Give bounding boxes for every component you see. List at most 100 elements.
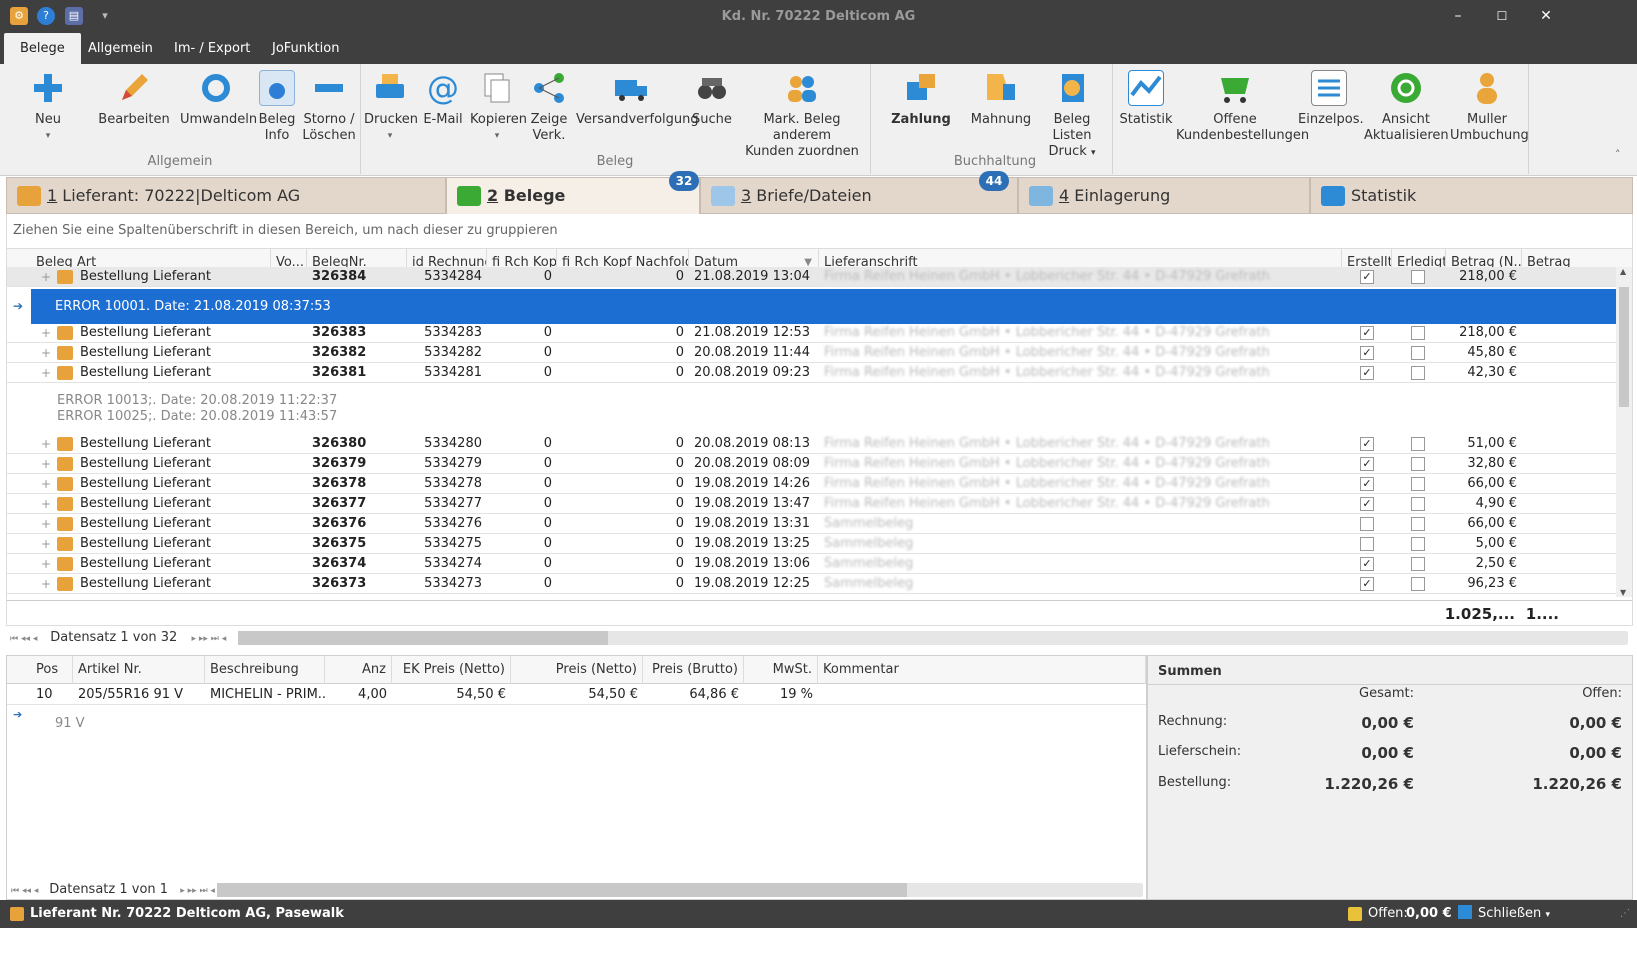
position-row[interactable]: 10 205/55R16 91 V MICHELIN - PRIM... 4,0…: [7, 685, 1146, 705]
expand-row-icon[interactable]: +: [41, 267, 51, 287]
erstellt-checkbox[interactable]: ✓: [1360, 457, 1374, 471]
erledigt-checkbox[interactable]: [1411, 477, 1425, 491]
ribbon-collapse-icon[interactable]: ˄: [1615, 148, 1621, 161]
col-pos[interactable]: Pos: [31, 656, 73, 684]
table-row[interactable]: + Bestellung Lieferant 326382 5334282 0 0 20.0…: [7, 343, 1632, 363]
group-by-hint[interactable]: Ziehen Sie eine Spaltenüberschrift in di…: [6, 214, 1633, 249]
expand-row-icon[interactable]: +: [41, 454, 51, 474]
tab-briefe-dateien[interactable]: 3 Briefe/Dateien 44: [700, 171, 1018, 214]
erstellt-checkbox[interactable]: ✓: [1360, 477, 1374, 491]
erledigt-checkbox[interactable]: [1411, 326, 1425, 340]
erstellt-checkbox[interactable]: ✓: [1360, 557, 1374, 571]
table-row[interactable]: + Bestellung Lieferant 326383 5334283 0 0 21.0…: [7, 323, 1632, 343]
expand-row-icon[interactable]: +: [41, 574, 51, 594]
tab-statistik[interactable]: Statistik: [1310, 177, 1633, 214]
col-kommentar[interactable]: Kommentar: [818, 656, 1146, 684]
mahnung-button[interactable]: Mahnung: [968, 70, 1034, 128]
erstellt-checkbox[interactable]: ✓: [1360, 346, 1374, 360]
positions-navigator[interactable]: ⏮ ◂◂ ◂ Datensatz 1 von 1 ▸ ▸▸ ⏭ ◂: [11, 880, 221, 900]
close-button[interactable]: ✕: [1531, 6, 1561, 26]
minimize-button[interactable]: –: [1443, 6, 1473, 26]
erstellt-checkbox[interactable]: ✓: [1360, 270, 1374, 284]
erledigt-checkbox[interactable]: [1411, 437, 1425, 451]
statistik-button[interactable]: Statistik: [1118, 70, 1174, 128]
versandverfolgung-button[interactable]: Versandverfolgung: [576, 70, 699, 128]
grid-vertical-scrollbar[interactable]: ▲ ▼: [1616, 267, 1632, 597]
expand-row-icon[interactable]: +: [41, 554, 51, 574]
tab-lieferant[interactable]: 1 Lieferant: 70222|Delticom AG: [6, 177, 446, 214]
bearbeiten-button[interactable]: Bearbeiten: [98, 70, 170, 128]
erledigt-checkbox[interactable]: [1411, 577, 1425, 591]
drucken-button[interactable]: Drucken ▾: [364, 70, 418, 144]
erledigt-checkbox[interactable]: [1411, 270, 1425, 284]
table-row[interactable]: + Bestellung Lieferant 326373 5334273 0 0 19.0…: [7, 574, 1632, 594]
erledigt-checkbox[interactable]: [1411, 537, 1425, 551]
suche-button[interactable]: Suche: [690, 70, 734, 128]
erstellt-checkbox[interactable]: [1360, 517, 1374, 531]
col-preis-brutto[interactable]: Preis (Brutto): [643, 656, 744, 684]
expand-row-icon[interactable]: +: [41, 343, 51, 363]
erstellt-checkbox[interactable]: ✓: [1360, 577, 1374, 591]
storno-button[interactable]: Storno / Löschen: [302, 70, 356, 144]
email-button[interactable]: @ E-Mail: [420, 70, 466, 128]
kopieren-button[interactable]: Kopieren ▾: [470, 70, 527, 144]
erledigt-checkbox[interactable]: [1411, 497, 1425, 511]
zeige-verk-button[interactable]: Zeige Verk.: [528, 70, 570, 144]
menu-tab-im-export[interactable]: Im- / Export: [158, 33, 266, 64]
menu-tab-jofunktion[interactable]: JoFunktion: [256, 33, 355, 64]
col-artikel-nr[interactable]: Artikel Nr.: [73, 656, 205, 684]
erstellt-checkbox[interactable]: ✓: [1360, 366, 1374, 380]
table-row[interactable]: + Bestellung Lieferant 326381 5334281 0 0 20.0…: [7, 363, 1632, 383]
erstellt-checkbox[interactable]: ✓: [1360, 326, 1374, 340]
expand-row-icon[interactable]: +: [41, 363, 51, 383]
positions-horizontal-scrollbar[interactable]: [217, 883, 1143, 897]
schliessen-button[interactable]: Schließen ▾: [1458, 900, 1550, 929]
grid-horizontal-scrollbar[interactable]: [238, 631, 1628, 645]
mark-beleg-button[interactable]: Mark. Beleg anderem Kunden zuordnen: [738, 70, 866, 160]
nav-next-icon[interactable]: ▸ ▸▸ ⏭ ◂: [191, 634, 226, 644]
table-row[interactable]: + Bestellung Lieferant 326376 5334276 0 0 19.0…: [7, 514, 1632, 534]
grid-navigator[interactable]: ⏮ ◂◂ ◂ Datensatz 1 von 32 ▸ ▸▸ ⏭ ◂: [10, 628, 250, 648]
resize-grip-icon[interactable]: ⋰: [1620, 900, 1630, 928]
erledigt-checkbox[interactable]: [1411, 366, 1425, 380]
expand-row-icon[interactable]: +: [41, 474, 51, 494]
beleg-info-button[interactable]: Beleg Info: [256, 70, 298, 144]
ansicht-aktualisieren-button[interactable]: Ansicht Aktualisieren: [1364, 70, 1449, 144]
error-row-selected[interactable]: ERROR 10001. Date: 21.08.2019 08:37:53: [31, 289, 1632, 324]
muller-umbuchung-button[interactable]: Muller Umbuchung: [1450, 70, 1529, 144]
einzelpos-button[interactable]: Einzelpos.: [1298, 70, 1364, 128]
offene-kundenbestellungen-button[interactable]: Offene Kundenbestellungen: [1176, 70, 1309, 144]
erstellt-checkbox[interactable]: ✓: [1360, 437, 1374, 451]
col-ek-preis[interactable]: EK Preis (Netto): [392, 656, 511, 684]
table-row[interactable]: + Bestellung Lieferant 326374 5334274 0 0 19.0…: [7, 554, 1632, 574]
table-row[interactable]: + Bestellung Lieferant 326384 5334284 0 0 21.0…: [7, 267, 1632, 287]
expand-row-icon[interactable]: +: [41, 434, 51, 454]
table-row[interactable]: + Bestellung Lieferant 326377 5334277 0 0 19.0…: [7, 494, 1632, 514]
menu-tab-belege[interactable]: Belege: [4, 33, 81, 64]
expand-row-icon[interactable]: +: [41, 514, 51, 534]
table-row[interactable]: + Bestellung Lieferant 326378 5334278 0 0 19.0…: [7, 474, 1632, 494]
nav-first-icon[interactable]: ⏮ ◂◂ ◂: [10, 634, 40, 644]
erledigt-checkbox[interactable]: [1411, 457, 1425, 471]
expand-row-icon[interactable]: +: [41, 494, 51, 514]
col-anz[interactable]: Anz: [325, 656, 392, 684]
erledigt-checkbox[interactable]: [1411, 557, 1425, 571]
neu-button[interactable]: Neu ▾: [22, 70, 74, 144]
col-preis-netto[interactable]: Preis (Netto): [511, 656, 643, 684]
expand-row-icon[interactable]: +: [41, 323, 51, 343]
umwandeln-button[interactable]: Umwandeln: [180, 70, 257, 128]
col-beschreibung[interactable]: Beschreibung: [205, 656, 325, 684]
tab-belege[interactable]: 2 Belege 32: [446, 171, 700, 214]
expand-row-icon[interactable]: +: [41, 534, 51, 554]
menu-tab-allgemein[interactable]: Allgemein: [72, 33, 169, 64]
table-row[interactable]: + Bestellung Lieferant 326379 5334279 0 0 20.0…: [7, 454, 1632, 474]
beleg-listen-druck-button[interactable]: Beleg Listen Druck ▾: [1036, 70, 1108, 161]
col-mwst[interactable]: MwSt.: [744, 656, 818, 684]
maximize-button[interactable]: ☐: [1487, 6, 1517, 26]
table-row[interactable]: + Bestellung Lieferant 326375 5334275 0 0 19.0…: [7, 534, 1632, 554]
erledigt-checkbox[interactable]: [1411, 346, 1425, 360]
erstellt-checkbox[interactable]: ✓: [1360, 497, 1374, 511]
table-row[interactable]: + Bestellung Lieferant 326380 5334280 0 0 20.0…: [7, 434, 1632, 454]
erledigt-checkbox[interactable]: [1411, 517, 1425, 531]
erstellt-checkbox[interactable]: [1360, 537, 1374, 551]
